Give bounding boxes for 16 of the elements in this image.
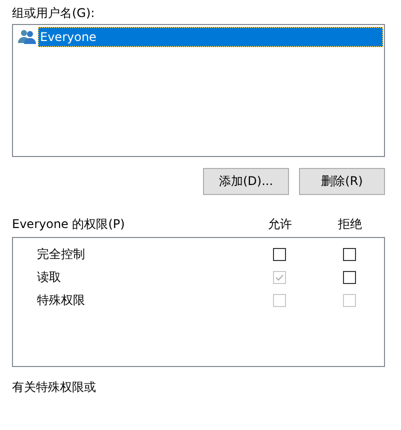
permission-name: 完全控制 [37,246,86,263]
users-icon [18,29,36,45]
column-header: 允许 [267,216,293,233]
permissions-title: Everyone 的权限(P) [12,216,126,233]
column-header: 拒绝 [337,216,363,233]
checkbox[interactable] [342,248,356,261]
permission-name: 特殊权限 [37,292,86,309]
remove-button[interactable]: 删除(R) [299,168,385,195]
checkbox[interactable] [272,248,286,261]
user-item[interactable]: Everyone [38,27,383,47]
permission-name: 读取 [37,269,62,286]
group-label: 组或用户名(G): [12,5,96,22]
checkbox[interactable] [342,271,356,284]
info-text: 有关特殊权限或 [12,379,96,396]
user-list[interactable]: Everyone [12,24,385,157]
add-button[interactable]: 添加(D)... [203,168,289,195]
